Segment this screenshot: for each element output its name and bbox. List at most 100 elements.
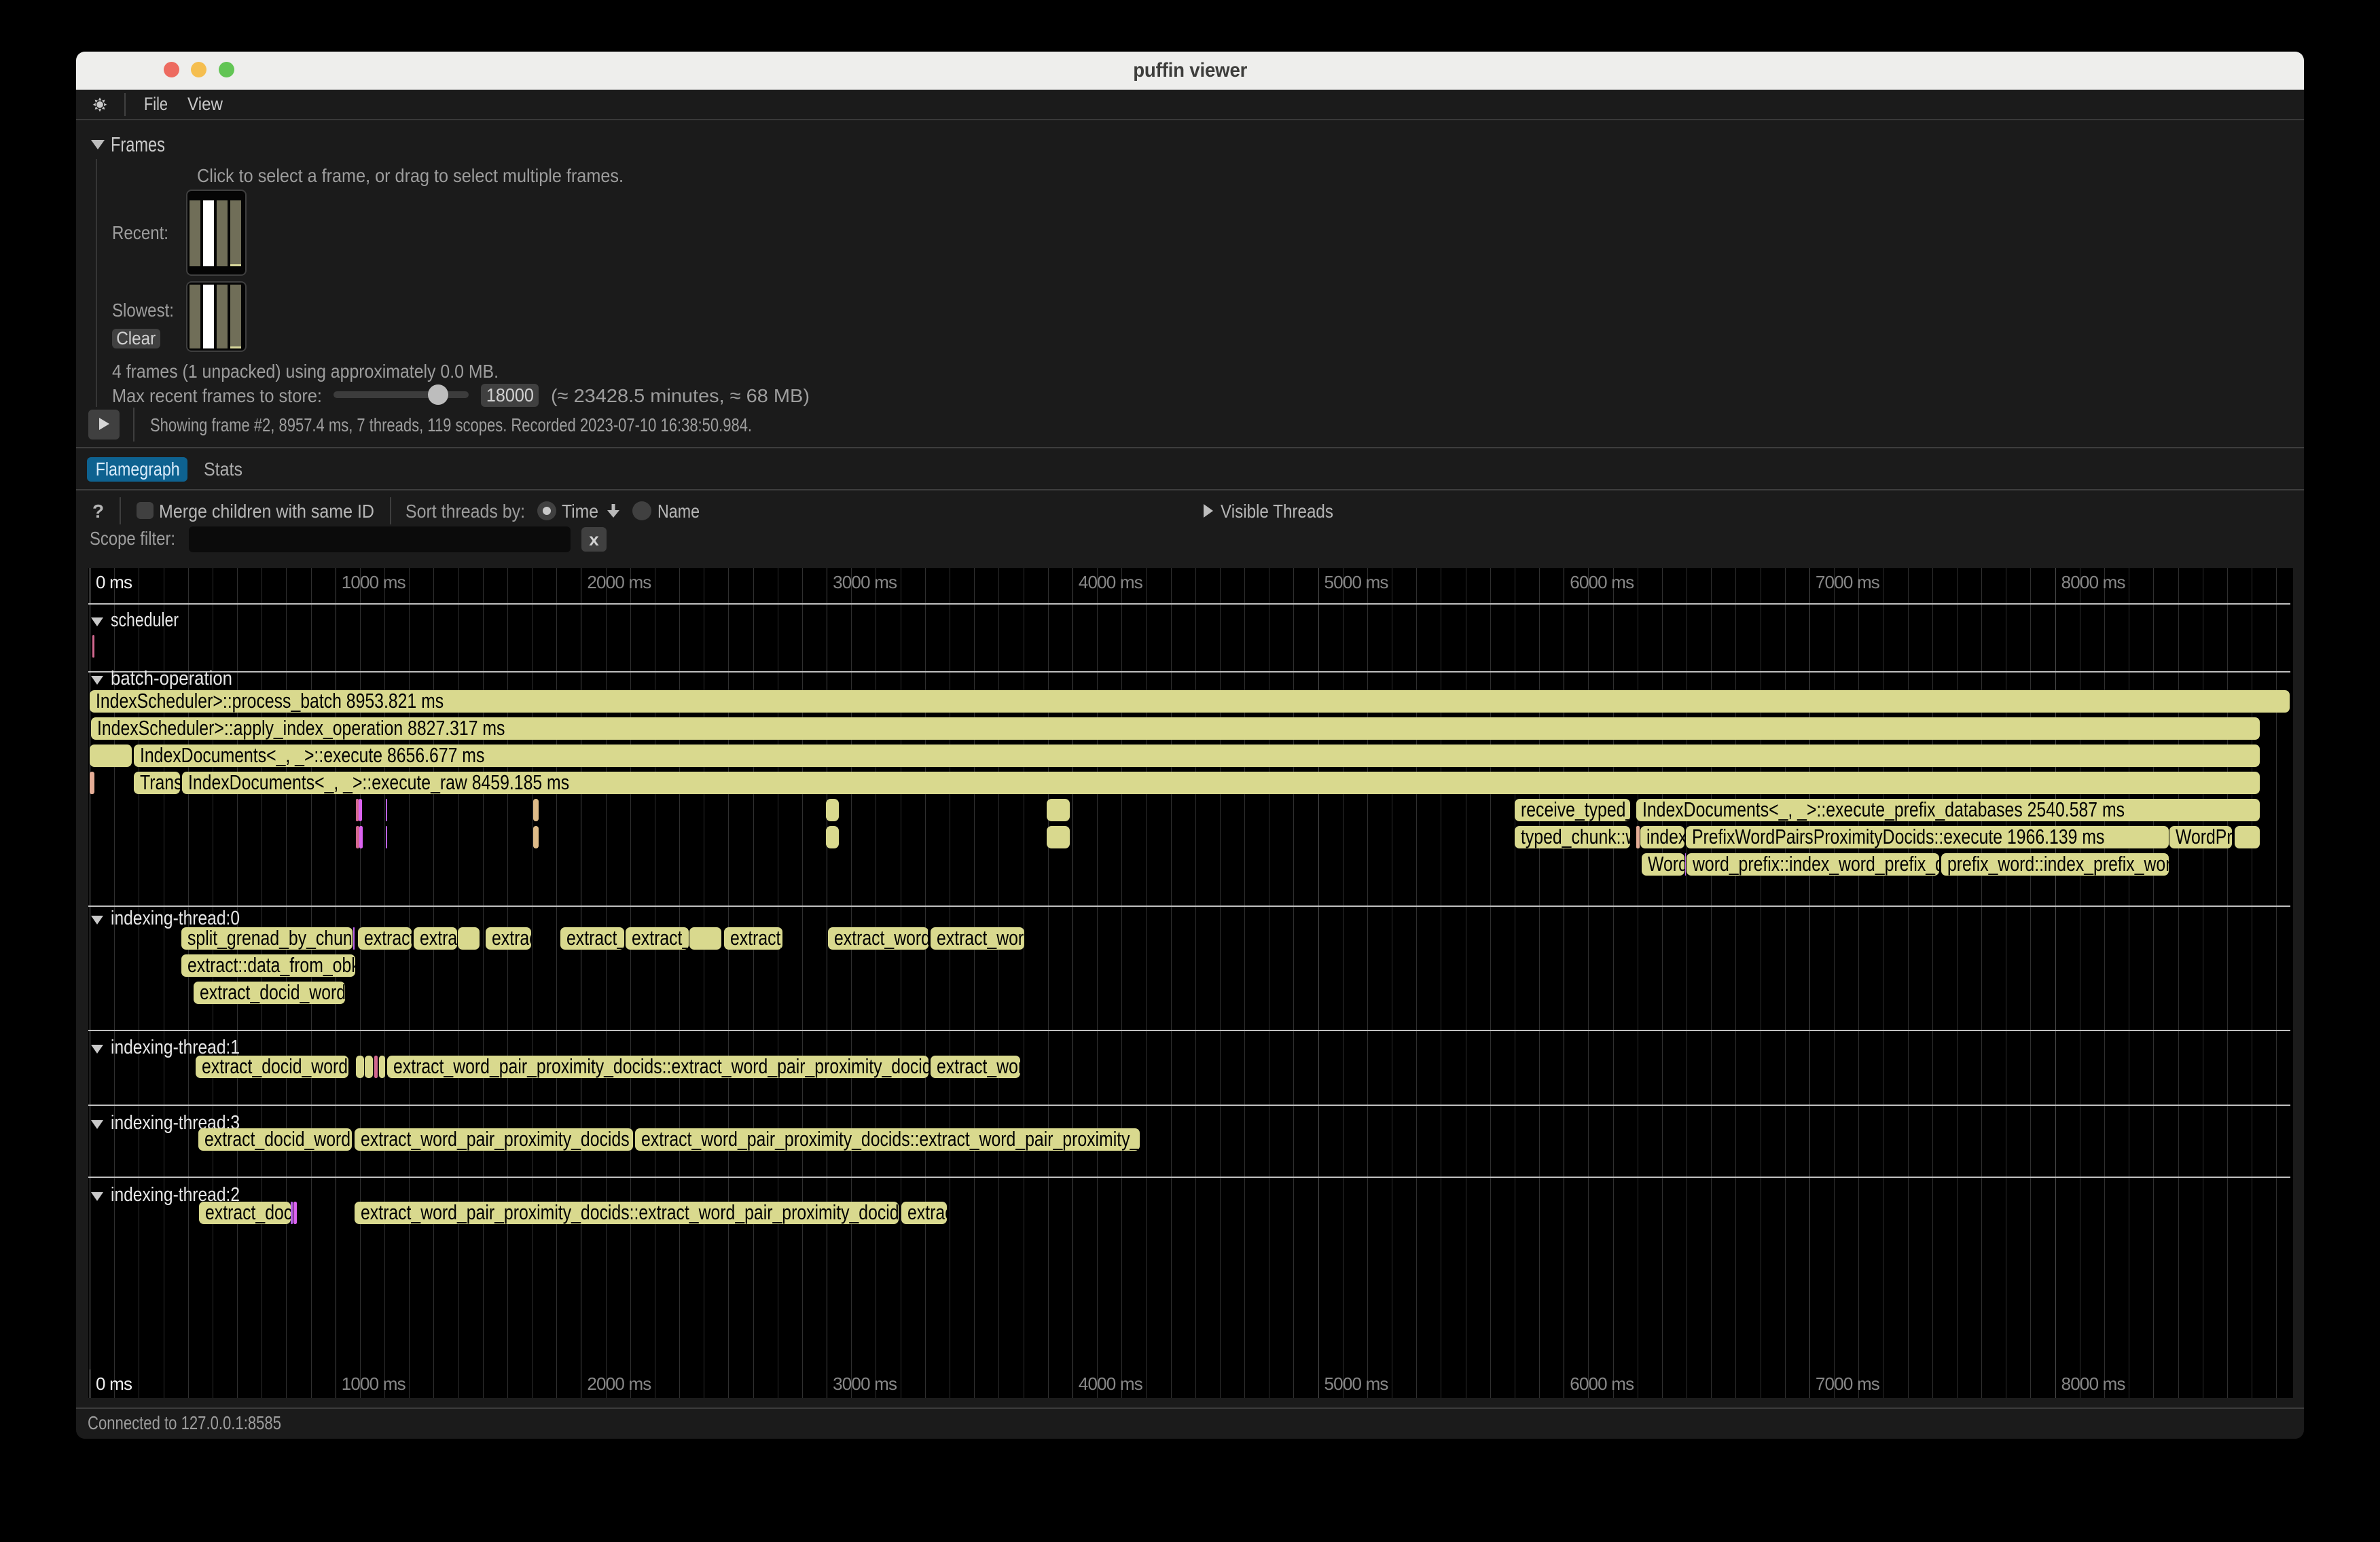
scope-bar[interactable]: extract_word_posi [931, 927, 1024, 950]
slider-knob[interactable] [428, 384, 448, 405]
scope-bar[interactable]: extract_w [414, 927, 457, 950]
flamegraph-canvas[interactable]: 0 ms0 ms1000 ms1000 ms2000 ms2000 ms3000… [88, 568, 2293, 1398]
scope-bar[interactable] [1047, 826, 1070, 848]
visible-threads-collapse-icon[interactable] [1204, 504, 1213, 518]
scope-bar[interactable] [379, 1056, 385, 1078]
scope-bar[interactable] [291, 1202, 292, 1224]
scope-bar[interactable]: WordPrefix [1642, 853, 1684, 876]
sort-time-label[interactable]: Time [562, 501, 603, 522]
scope-bar[interactable]: IndexDocuments<_, _>::execute_raw 8459.1… [182, 772, 2260, 794]
max-frames-slider[interactable] [333, 391, 469, 398]
scope-bar[interactable] [356, 826, 359, 848]
scope-bar[interactable] [374, 1056, 378, 1078]
sort-time-radio[interactable] [537, 501, 556, 520]
scope-bar[interactable]: extract_word_p [626, 927, 689, 950]
scope-bar[interactable]: receive_typed_chunk [1515, 799, 1630, 821]
frame-bar[interactable] [190, 200, 200, 266]
sort-direction-arrow-icon[interactable] [605, 503, 621, 522]
frames-collapse-icon[interactable] [91, 140, 105, 149]
scope-bar[interactable]: extract_docid [199, 1202, 291, 1224]
scope-bar[interactable]: extract_word [358, 927, 412, 950]
scope-bar[interactable]: Transform output [134, 772, 180, 794]
scope-bar[interactable] [353, 927, 355, 950]
scope-bar[interactable] [2235, 826, 2260, 848]
scope-bar[interactable] [1685, 853, 1687, 876]
scope-bar[interactable]: extract_wor [901, 1202, 947, 1224]
scope-bar[interactable] [386, 799, 387, 821]
scope-bar[interactable] [293, 1202, 297, 1224]
scope-bar[interactable] [92, 635, 94, 658]
scope-bar[interactable] [1636, 826, 1640, 848]
frame-bar[interactable] [230, 285, 241, 348]
scope-bar[interactable]: extract::data_from_obkv_documents [181, 954, 355, 977]
scope-bar[interactable] [1047, 799, 1070, 821]
scope-bar[interactable]: WordPrefixDocids [2169, 826, 2232, 848]
scope-bar[interactable]: IndexDocuments<_, _>::execute_prefix_dat… [1636, 799, 2260, 821]
visible-threads-label[interactable]: Visible Threads [1221, 501, 1351, 522]
scope-bar[interactable] [90, 745, 132, 767]
scope-bar[interactable]: extract_word_pair_proximity_docids::extr… [387, 1056, 929, 1078]
sort-name-label[interactable]: Name [657, 501, 708, 522]
merge-children-checkbox[interactable] [137, 502, 154, 519]
scope-bar[interactable]: extract_word_pair_proximity_docids [355, 1128, 633, 1151]
clear-button[interactable]: Clear [112, 329, 160, 348]
frame-bar[interactable] [230, 200, 241, 266]
scope-bar[interactable] [533, 799, 539, 821]
scope-bar[interactable] [386, 826, 388, 848]
scope-bar[interactable]: IndexDocuments<_, _>::execute 8656.677 m… [134, 745, 2260, 767]
scope-bar[interactable]: extract_word_posit [828, 927, 928, 950]
scope-bar[interactable]: extract_word_pair_proximity_docids::extr… [355, 1202, 899, 1224]
theme-sun-icon[interactable] [90, 95, 109, 118]
scope-bar[interactable] [826, 799, 839, 821]
tab-flamegraph[interactable]: Flamegraph [87, 457, 187, 482]
thread-label-batch-operation[interactable]: batch-operation [91, 668, 248, 690]
recent-frames-thumbnail[interactable] [186, 190, 247, 276]
scope-bar[interactable] [533, 826, 539, 848]
clear-filter-button[interactable]: x [581, 527, 607, 552]
scope-bar[interactable]: PrefixWordPairsProximityDocids::execute … [1686, 826, 2169, 848]
slowest-frames-thumbnail[interactable] [186, 281, 247, 352]
scope-filter-input[interactable] [189, 526, 571, 552]
play-button[interactable] [88, 410, 120, 440]
sort-name-radio[interactable] [632, 501, 651, 520]
titlebar[interactable]: puffin viewer [76, 52, 2304, 90]
scope-bar[interactable]: typed_chunk::write db [1515, 826, 1630, 848]
frame-bar-selected[interactable] [203, 200, 214, 266]
scope-bar[interactable] [90, 772, 94, 794]
frame-bar[interactable] [217, 285, 228, 348]
time-tick-bottom: 8000 ms [2061, 1374, 2125, 1395]
scope-bar[interactable]: word_prefix::index_word_prefix_docids [1687, 853, 1939, 876]
scope-bar[interactable] [356, 799, 359, 821]
scope-bar[interactable]: extract_word_p [560, 927, 624, 950]
scope-bar[interactable] [826, 826, 839, 848]
scope-bar[interactable] [359, 799, 363, 821]
frame-bar[interactable] [217, 200, 228, 266]
scope-bar[interactable] [359, 826, 363, 848]
scope-bar[interactable] [356, 1056, 364, 1078]
scope-bar[interactable]: extract_word [486, 927, 532, 950]
frame-bar-selected[interactable] [203, 285, 214, 348]
max-frames-value[interactable]: 18000 [481, 384, 539, 407]
scope-bar[interactable]: extract_docid_word_positions [196, 1056, 348, 1078]
frame-bar[interactable] [190, 285, 200, 348]
scope-bar[interactable]: extract_word_posi [931, 1056, 1020, 1078]
help-button[interactable]: ? [92, 501, 104, 522]
merge-children-label[interactable]: Merge children with same ID [159, 501, 400, 522]
thread-label-scheduler[interactable]: scheduler [91, 609, 196, 632]
scope-bar[interactable]: split_grenad_by_chunks [181, 927, 353, 950]
scope-bar[interactable] [365, 1056, 373, 1078]
scope-bar[interactable] [689, 927, 722, 950]
scope-bar[interactable]: IndexScheduler>::apply_index_operation 8… [91, 717, 2260, 740]
scope-bar[interactable]: extract_docid_word_positions [198, 1128, 352, 1151]
scope-bar[interactable]: prefix_word::index_prefix_word_docids [1941, 853, 2169, 876]
menu-file[interactable]: File [144, 90, 174, 119]
frames-header[interactable]: Frames [111, 132, 182, 157]
tab-stats[interactable]: Stats [204, 457, 247, 482]
scope-bar[interactable] [458, 927, 480, 950]
scope-bar[interactable]: extract_word_pair_proximity_docids::extr… [635, 1128, 1140, 1151]
scope-bar[interactable]: IndexScheduler>::process_batch 8953.821 … [90, 690, 2290, 713]
scope-bar[interactable]: extract_wor [724, 927, 782, 950]
menu-view[interactable]: View [187, 90, 227, 119]
scope-bar[interactable]: index_prefixes [1640, 826, 1685, 848]
scope-bar[interactable]: extract_docid_word_positions [194, 982, 345, 1004]
